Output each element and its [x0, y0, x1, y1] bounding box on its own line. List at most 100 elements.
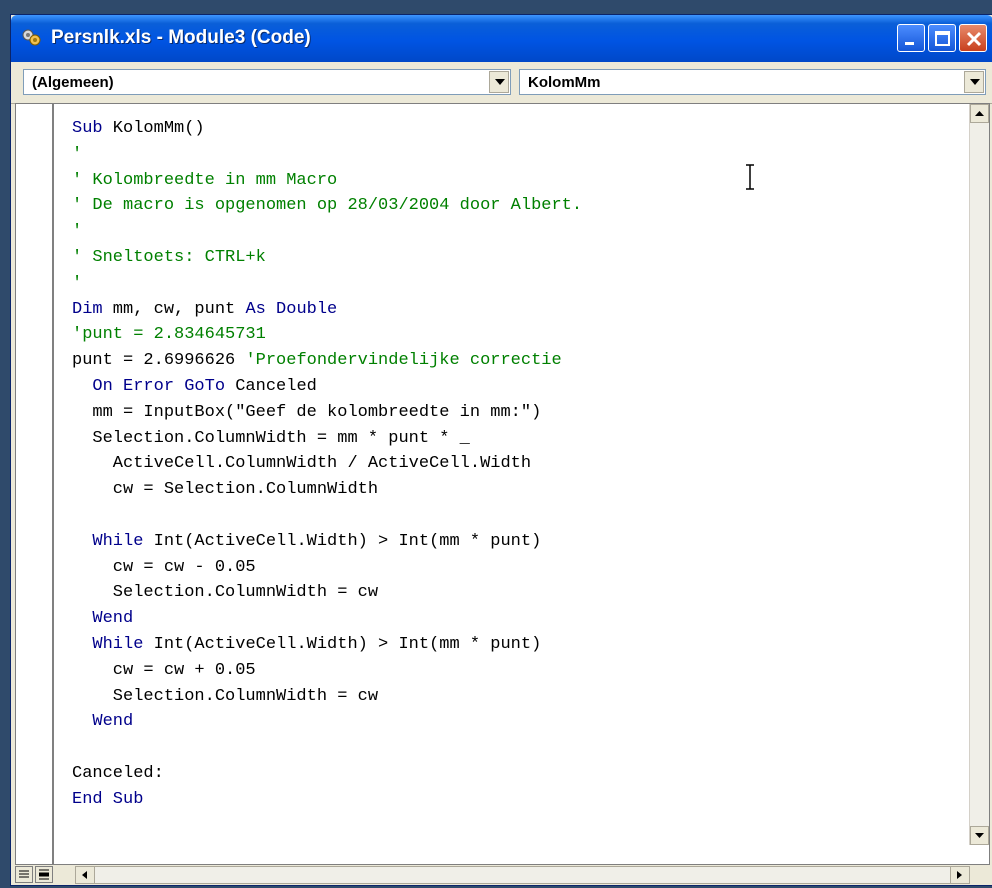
dropdown-arrow-icon	[970, 79, 980, 85]
code-keyword: End Sub	[72, 789, 144, 809]
code-line[interactable]: mm = InputBox("Geef de kolombreedte in m…	[72, 400, 582, 426]
code-comment: 'Proefondervindelijke correctie	[245, 351, 562, 371]
vba-module-icon	[21, 27, 43, 49]
code-keyword: Wend	[92, 609, 134, 629]
code-line[interactable]: ' De macro is opgenomen op 28/03/2004 do…	[72, 193, 582, 219]
code-text[interactable]: Sub KolomMm() ' ' Kolombreedte in mm Macro…	[72, 116, 582, 813]
code-line[interactable]: Sub KolomMm()	[72, 116, 582, 142]
close-icon	[966, 31, 982, 47]
minimize-button[interactable]	[897, 24, 925, 52]
code-line[interactable]: cw = cw - 0.05	[72, 555, 582, 581]
scroll-right-button[interactable]	[950, 867, 969, 883]
code-token: Selection.ColumnWidth = cw	[72, 686, 379, 706]
code-keyword: Sub	[72, 119, 103, 138]
code-line[interactable]: Dim mm, cw, punt As Double	[72, 297, 582, 323]
code-token: Canceled	[225, 376, 317, 396]
code-token: mm, cw, punt	[102, 299, 246, 319]
code-line[interactable]: Selection.ColumnWidth = cw	[72, 684, 582, 710]
code-comment: ' Kolombreedte in mm Macro	[72, 170, 338, 190]
code-line[interactable]	[72, 735, 582, 761]
code-line[interactable]: ' Sneltoets: CTRL+k	[72, 245, 582, 271]
procedure-combo[interactable]: KolomMm	[519, 69, 986, 95]
code-line[interactable]: Selection.ColumnWidth = mm * punt * _	[72, 426, 582, 452]
horizontal-scrollbar[interactable]	[75, 866, 970, 884]
code-token: Selection.ColumnWidth = mm * punt * _	[72, 428, 470, 448]
code-line[interactable]: '	[72, 219, 582, 245]
code-comment: '	[72, 222, 83, 242]
code-token: Int(ActiveCell.Width) > Int(mm * punt)	[143, 634, 542, 654]
full-module-view-icon	[39, 869, 49, 880]
code-line[interactable]: cw = cw + 0.05	[72, 658, 582, 684]
procedure-combo-dropdown-button[interactable]	[964, 71, 984, 93]
code-window: Persnlk.xls - Module3 (Code) (Algemeen)	[10, 14, 992, 886]
text-cursor-icon	[744, 164, 756, 190]
code-line[interactable]: '	[72, 142, 582, 168]
code-line[interactable]: '	[72, 271, 582, 297]
code-line[interactable]: Selection.ColumnWidth = cw	[72, 580, 582, 606]
code-line[interactable]: cw = Selection.ColumnWidth	[72, 477, 582, 503]
code-comment: '	[72, 273, 83, 293]
dropdown-arrow-icon	[495, 79, 505, 85]
code-comment: 'punt = 2.834645731	[72, 325, 266, 345]
code-line[interactable]: Canceled:	[72, 761, 582, 787]
code-keyword: While	[92, 531, 144, 551]
code-line[interactable]	[72, 503, 582, 529]
scroll-left-button[interactable]	[76, 867, 95, 883]
scroll-left-icon	[82, 871, 87, 879]
scroll-down-button[interactable]	[970, 826, 989, 845]
close-button[interactable]	[959, 24, 987, 52]
code-line[interactable]: Wend	[72, 709, 582, 735]
code-line[interactable]: punt = 2.6996626 'Proefondervindelijke c…	[72, 348, 582, 374]
scroll-down-icon	[975, 833, 984, 838]
scroll-up-button[interactable]	[970, 104, 989, 123]
code-comment: ' De macro is opgenomen op 28/03/2004 do…	[72, 196, 583, 216]
code-token: mm = InputBox("Geef de kolombreedte in m…	[72, 402, 542, 422]
title-bar[interactable]: Persnlk.xls - Module3 (Code)	[11, 15, 992, 62]
code-token: ActiveCell.ColumnWidth / ActiveCell.Widt…	[72, 454, 532, 474]
code-keyword: As Double	[245, 299, 338, 319]
code-token: Selection.ColumnWidth = cw	[72, 583, 379, 603]
code-editor[interactable]: Sub KolomMm() ' ' Kolombreedte in mm Macro…	[15, 103, 990, 865]
code-token: cw = cw - 0.05	[72, 557, 256, 577]
object-combo[interactable]: (Algemeen)	[23, 69, 511, 95]
code-line[interactable]: On Error GoTo Canceled	[72, 374, 582, 400]
vertical-scrollbar[interactable]	[969, 104, 989, 845]
procedure-combo-value: KolomMm	[528, 74, 601, 91]
code-token: Int(ActiveCell.Width) > Int(mm * punt)	[143, 531, 542, 551]
scroll-right-icon	[957, 871, 962, 879]
code-keyword: Dim	[72, 299, 103, 319]
code-line[interactable]: Wend	[72, 606, 582, 632]
code-keyword: Wend	[92, 712, 134, 732]
code-comment: ' Sneltoets: CTRL+k	[72, 247, 266, 267]
code-token: cw = Selection.ColumnWidth	[72, 480, 379, 500]
scroll-up-icon	[975, 111, 984, 116]
minimize-icon	[905, 42, 914, 45]
margin-indicator-bar	[52, 104, 54, 864]
code-token: punt = 2.6996626	[72, 351, 246, 371]
window-title: Persnlk.xls - Module3 (Code)	[51, 27, 311, 48]
code-line[interactable]: ActiveCell.ColumnWidth / ActiveCell.Widt…	[72, 451, 582, 477]
combo-toolbar: (Algemeen) KolomMm	[11, 62, 992, 104]
code-line[interactable]: ' Kolombreedte in mm Macro	[72, 168, 582, 194]
code-line[interactable]: While Int(ActiveCell.Width) > Int(mm * p…	[72, 632, 582, 658]
code-keyword: While	[92, 634, 144, 654]
code-keyword: On Error GoTo	[92, 376, 226, 396]
maximize-button[interactable]	[928, 24, 956, 52]
bottom-bar	[15, 865, 990, 885]
procedure-view-button[interactable]	[15, 866, 33, 883]
code-line[interactable]: End Sub	[72, 787, 582, 813]
code-line[interactable]: While Int(ActiveCell.Width) > Int(mm * p…	[72, 529, 582, 555]
maximize-icon	[935, 31, 950, 46]
full-module-view-button[interactable]	[35, 866, 53, 883]
code-token: KolomMm()	[102, 119, 205, 138]
code-line[interactable]: 'punt = 2.834645731	[72, 322, 582, 348]
object-combo-dropdown-button[interactable]	[489, 71, 509, 93]
code-token: cw = cw + 0.05	[72, 660, 256, 680]
code-token: Canceled:	[72, 763, 164, 783]
procedure-view-icon	[19, 870, 29, 878]
